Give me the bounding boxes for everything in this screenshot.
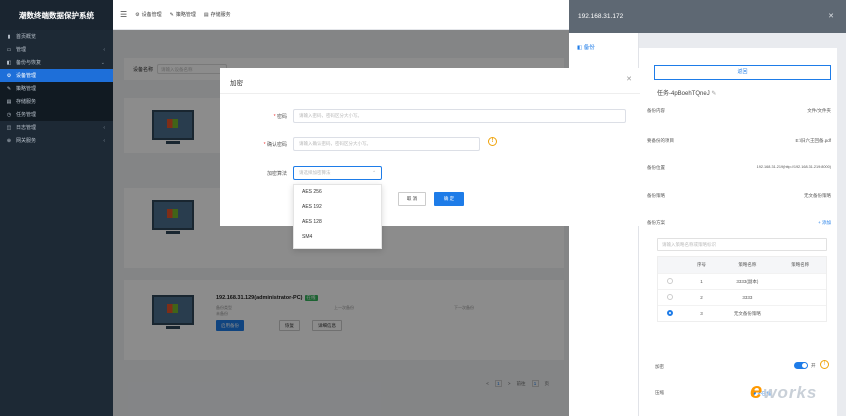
confirm-password-input[interactable]: 请输入确认密码，密码区分大小写。 [293,137,480,151]
algorithm-dropdown: AES 256 AES 192 AES 128 SM4 [293,184,382,249]
chevron-left-icon: ‹ [103,46,105,53]
sidebar: 潮数终端数据保护系统 ▮ 首页概览 ▭ 管理 ‹ ◧ 备份与恢复 ⌄ ⚙ 设备管理 ✎ 策略管… [0,0,113,416]
password-input[interactable]: 请输入密码，密码区分大小写。 [293,109,626,123]
sidebar-item-policy[interactable]: ✎ 策略管理 [0,82,113,95]
backup-icon: ◧ [577,45,583,51]
policy-icon: ✎ [6,85,12,92]
table-row[interactable]: 1 3333(副本) [658,273,826,289]
storage-icon: ▤ [6,98,12,105]
tab-policy[interactable]: ✎ 策略管理 [169,11,196,19]
device-icon: ⚙ [135,11,140,18]
sidebar-item-storage[interactable]: ▤ 存储服务 [0,95,113,108]
dashboard-icon: ▮ [7,33,11,40]
table-header: 序号 策略名称 策略名称 [658,257,826,273]
close-icon[interactable]: ✕ [828,12,834,20]
sidebar-item-gateway[interactable]: ⊕ 网关服务 ‹ [0,134,113,147]
divider [220,93,640,94]
eworks-logo: eworks [750,378,818,403]
app-title: 潮数终端数据保护系统 [0,0,113,30]
chevron-left-icon: ‹ [103,124,105,131]
confirm-button[interactable]: 确 定 [434,192,464,206]
edit-icon[interactable]: ✎ [711,91,716,97]
sidebar-item-overview[interactable]: ▮ 首页概览 [0,30,113,43]
return-button[interactable]: 返回 [654,65,831,80]
password-label: * 密码 [273,114,287,120]
panel-header: 192.168.31.172 [569,0,846,33]
row-content: 备份内容 文件/文件夹 [647,108,831,113]
sidebar-item-device[interactable]: ⚙ 设备管理 [0,69,113,82]
log-icon: ◫ [6,124,12,131]
add-plan-button[interactable]: + 添加 [818,220,831,226]
radio-button-selected[interactable] [667,310,674,316]
row-location: 备份位置 192.168.31.219(http://192.168.31.219… [647,165,831,170]
algorithm-label: 加密算法 [266,171,287,177]
toggle-label: 开 [811,363,816,368]
row-plan: 备份方案 + 添加 [647,220,831,226]
option-aes-256[interactable]: AES 256 [294,185,381,200]
cancel-button[interactable]: 取 消 [398,192,426,206]
gateway-icon: ⊕ [6,137,12,144]
topbar: ☰ ⚙ 设备管理 ✎ 策略管理 ▤ 存储服务 [113,0,569,30]
option-aes-192[interactable]: AES 192 [294,200,381,215]
panel-body: 返回 任务-4pBoehTQneJ ✎ 备份内容 文件/文件夹 要备份的项目 E:\… [639,48,837,416]
info-icon[interactable]: ! [820,360,829,369]
policy-icon: ✎ [169,11,174,18]
tab-backup[interactable]: ◧ 备份 [577,43,595,51]
policy-table: 序号 策略名称 策略名称 1 3333(副本) 2 3333 3 无文备份策略 [657,256,827,322]
sidebar-item-backup[interactable]: ◧ 备份与恢复 ⌄ [0,56,113,69]
device-icon: ⚙ [6,72,12,79]
tab-storage[interactable]: ▤ 存储服务 [203,11,231,19]
sidebar-item-task[interactable]: ◷ 任务管理 [0,108,113,121]
policy-search-input[interactable]: 请输入策略名称或策略标识 [657,238,827,251]
monitor-icon: ▭ [6,46,12,53]
option-aes-128[interactable]: AES 128 [294,215,381,230]
encrypt-toggle[interactable] [794,362,808,369]
storage-icon: ▤ [203,11,209,18]
chevron-up-icon: ⌃ [372,170,376,175]
table-row[interactable]: 2 3333 [658,289,826,305]
task-name: 任务-4pBoehTQneJ ✎ [657,91,717,97]
dialog-title: 加密 [230,80,243,87]
row-items: 要备份的项目 E:\旧六王回备.pdf [647,138,831,143]
chevron-down-icon: ⌄ [100,59,105,66]
row-policy: 备份策略 无文备份策略 [647,193,831,198]
menu-toggle-icon[interactable]: ☰ [120,10,127,19]
warning-icon[interactable]: ! [488,137,497,146]
chevron-left-icon: ‹ [103,137,105,144]
task-icon: ◷ [6,111,12,118]
close-icon[interactable]: ✕ [626,75,632,83]
tab-device[interactable]: ⚙ 设备管理 [135,11,162,19]
table-row[interactable]: 3 无文备份策略 [658,305,826,321]
radio-button[interactable] [667,294,674,300]
encrypt-dialog: 加密 ✕ * 密码 请输入密码，密码区分大小写。 * 确认密码 请输入确认密码，… [220,68,640,249]
backup-icon: ◧ [6,59,12,66]
radio-button[interactable] [667,278,674,284]
algorithm-select[interactable]: 请选择加密算法 ⌃ [293,166,382,180]
sidebar-item-manage[interactable]: ▭ 管理 ‹ [0,43,113,56]
confirm-password-label: * 确认密码 [263,142,287,148]
option-sm4[interactable]: SM4 [294,230,381,245]
sidebar-item-log[interactable]: ◫ 日志管理 ‹ [0,121,113,134]
